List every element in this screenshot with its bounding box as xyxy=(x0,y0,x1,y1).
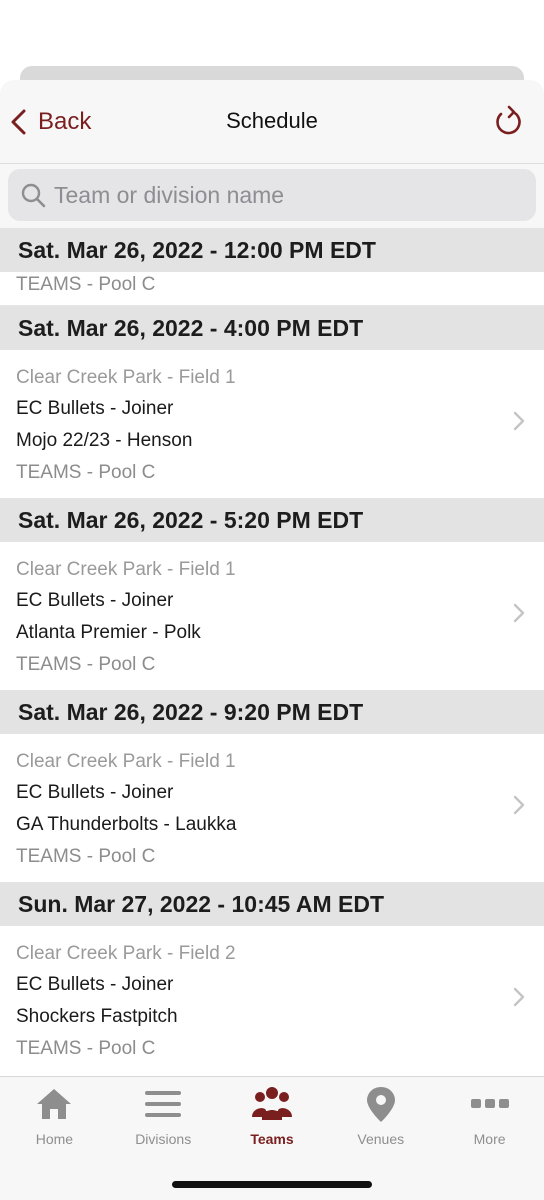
pool-label: TEAMS - Pool C xyxy=(0,272,544,306)
tab-home[interactable]: Home xyxy=(0,1085,109,1157)
team-two: GA Thunderbolts - Laukka xyxy=(16,814,237,835)
pool-label: TEAMS - Pool C xyxy=(16,654,156,675)
venue-label: Clear Creek Park - Field 2 xyxy=(16,943,236,964)
tab-label: Teams xyxy=(250,1131,294,1147)
chevron-right-icon xyxy=(513,603,525,623)
tab-label: Home xyxy=(35,1131,74,1147)
more-dots-icon xyxy=(470,1099,509,1108)
date-header: Sat. Mar 26, 2022 - 12:00 PM EDT xyxy=(0,228,544,272)
tab-more[interactable]: More xyxy=(435,1085,544,1157)
team-one: EC Bullets - Joiner xyxy=(16,398,174,419)
team-one: EC Bullets - Joiner xyxy=(16,974,174,995)
chevron-right-icon xyxy=(513,795,525,815)
team-one: EC Bullets - Joiner xyxy=(16,782,174,803)
tab-label: Venues xyxy=(357,1131,405,1147)
search-bar xyxy=(0,164,544,228)
game-row[interactable]: Clear Creek Park - Field 1 EC Bullets - … xyxy=(0,542,544,690)
date-header: Sat. Mar 26, 2022 - 9:20 PM EDT xyxy=(0,690,544,734)
tab-venues[interactable]: Venues xyxy=(326,1085,435,1157)
refresh-icon xyxy=(496,105,521,135)
team-two: Shockers Fastpitch xyxy=(16,1006,178,1027)
search-icon xyxy=(21,183,46,208)
tab-label: Divisions xyxy=(135,1131,192,1147)
team-two: Mojo 22/23 - Henson xyxy=(16,430,193,451)
game-row[interactable]: Clear Creek Park - Field 1 EC Bullets - … xyxy=(0,350,544,498)
tab-bar: Home Divisions Teams Venues More xyxy=(0,1076,544,1200)
refresh-button[interactable] xyxy=(492,104,524,140)
page-title: Schedule xyxy=(226,108,318,133)
pool-label: TEAMS - Pool C xyxy=(16,462,156,483)
status-area xyxy=(0,0,544,62)
home-indicator[interactable] xyxy=(172,1181,372,1188)
team-two: Atlanta Premier - Polk xyxy=(16,622,201,643)
navigation-bar: Back Schedule xyxy=(0,80,544,164)
venue-label: Clear Creek Park - Field 1 xyxy=(16,367,236,388)
tab-label: More xyxy=(473,1131,506,1147)
people-icon xyxy=(251,1087,292,1120)
search-field[interactable] xyxy=(8,169,536,221)
game-row[interactable]: Clear Creek Park - Field 1 EC Bullets - … xyxy=(0,734,544,882)
venue-label: Clear Creek Park - Field 1 xyxy=(16,751,236,772)
team-one: EC Bullets - Joiner xyxy=(16,590,174,611)
search-input[interactable] xyxy=(54,181,474,209)
list-icon xyxy=(145,1091,182,1117)
chevron-right-icon xyxy=(513,411,525,431)
tab-divisions[interactable]: Divisions xyxy=(109,1085,218,1157)
tab-teams[interactable]: Teams xyxy=(218,1085,327,1157)
home-icon xyxy=(37,1089,72,1119)
location-pin-icon xyxy=(366,1087,395,1122)
pool-label: TEAMS - Pool C xyxy=(16,1038,156,1059)
date-header: Sun. Mar 27, 2022 - 10:45 AM EDT xyxy=(0,882,544,926)
game-row[interactable]: Clear Creek Park - Field 2 EC Bullets - … xyxy=(0,926,544,1074)
chevron-right-icon xyxy=(513,987,525,1007)
date-header: Sat. Mar 26, 2022 - 4:00 PM EDT xyxy=(0,306,544,350)
date-header: Sat. Mar 26, 2022 - 5:20 PM EDT xyxy=(0,498,544,542)
schedule-list: Sat. Mar 26, 2022 - 12:00 PM EDT TEAMS -… xyxy=(0,228,544,1074)
venue-label: Clear Creek Park - Field 1 xyxy=(16,559,236,580)
pool-label: TEAMS - Pool C xyxy=(16,846,156,867)
